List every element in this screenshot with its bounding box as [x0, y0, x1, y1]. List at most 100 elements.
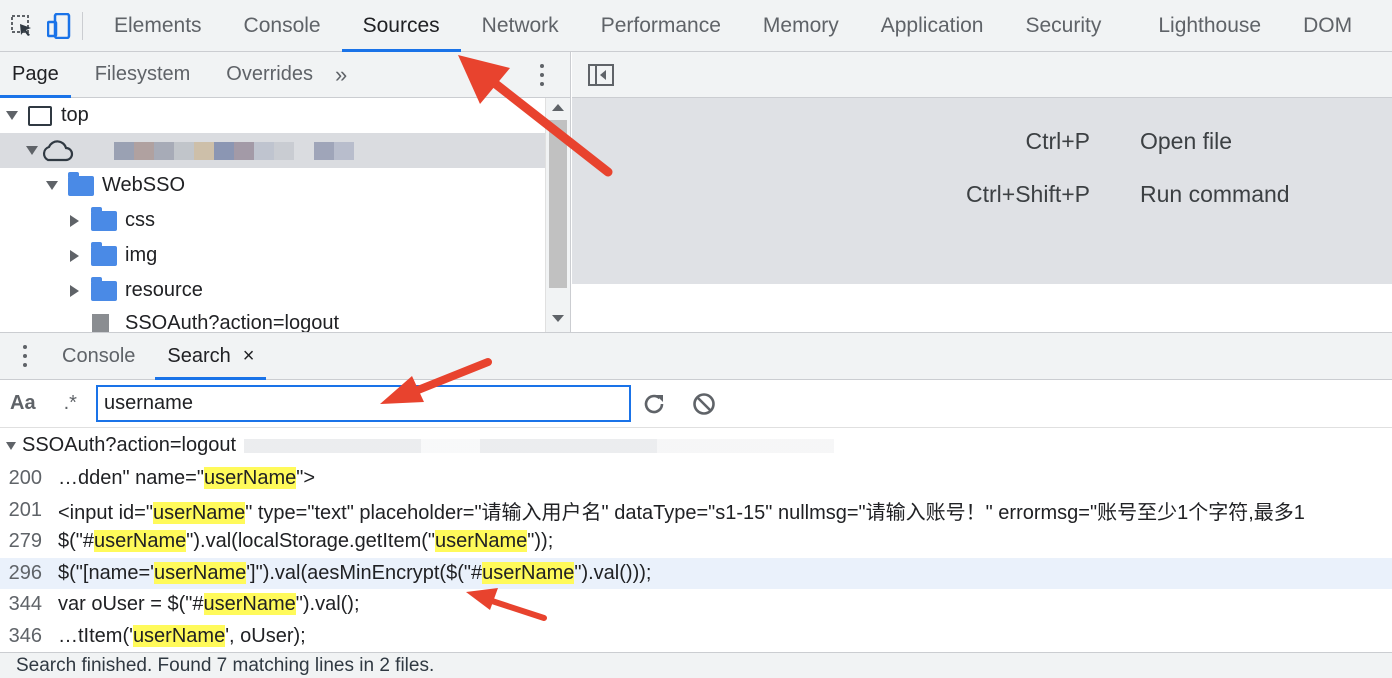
code-text: ").val())); [574, 561, 652, 584]
expand-arrow-icon[interactable] [70, 284, 79, 297]
redacted-path [244, 438, 835, 453]
folder-icon [68, 171, 94, 196]
tab-elements[interactable]: Elements [93, 0, 223, 52]
shortcut-key: Ctrl+Shift+P [966, 181, 1090, 207]
drawer-tab-bar: Console Search × [0, 332, 1392, 380]
tab-console[interactable]: Console [223, 0, 342, 52]
code-text: ', oUser); [225, 624, 306, 647]
expand-arrow-icon[interactable] [46, 181, 58, 190]
tab-filesystem[interactable]: Filesystem [71, 52, 203, 98]
match-case-toggle[interactable]: Aa [10, 392, 36, 415]
match-highlight: userName [203, 467, 297, 490]
navigator-scrollbar[interactable] [545, 98, 570, 332]
shortcut-action[interactable]: Open file [1140, 128, 1232, 155]
code-text: …dden" name=" [58, 467, 204, 490]
code-text: "> [296, 467, 316, 490]
devtools-tab-bar: Elements Console Sources Network Perform… [0, 0, 1392, 52]
match-highlight: userName [152, 501, 246, 524]
result-line[interactable]: 296 $("[name='userName']").val(aesMinEncr… [0, 557, 1392, 589]
file-tree: top WebSSO css img resource SSOAuth?acti… [0, 98, 570, 332]
expand-arrow-icon[interactable] [70, 214, 79, 227]
tree-label: top [61, 104, 89, 126]
result-code: …dden" name="userName"> [58, 467, 315, 490]
folder-icon [91, 241, 117, 266]
tab-dom[interactable]: DOM [1282, 0, 1373, 52]
cloud-icon [42, 139, 74, 161]
tree-item-img[interactable]: img [0, 238, 570, 273]
tab-sources[interactable]: Sources [341, 0, 461, 52]
code-text: …tItem(' [58, 624, 133, 647]
tab-security[interactable]: Security [1004, 0, 1137, 52]
navigator-tabs: Page Filesystem Overrides » [0, 52, 570, 98]
tree-item-domain[interactable] [0, 133, 546, 168]
expand-arrow-icon[interactable] [6, 441, 16, 450]
redacted-domain [114, 141, 354, 160]
frame-icon [28, 105, 52, 126]
folder-icon [91, 206, 117, 231]
shortcut-key: Ctrl+P [1025, 128, 1090, 154]
result-line[interactable]: 201 <input id="userName" type="text" plac… [0, 495, 1392, 527]
tab-overrides[interactable]: Overrides [202, 52, 325, 98]
tab-lighthouse[interactable]: Lighthouse [1137, 0, 1282, 52]
search-toolbar: Aa .* [0, 380, 1392, 428]
drawer-tab-search[interactable]: Search × [155, 332, 267, 380]
tab-performance[interactable]: Performance [580, 0, 742, 52]
scroll-down-icon[interactable] [552, 315, 564, 322]
line-number: 346 [8, 624, 42, 647]
tab-application[interactable]: Application [860, 0, 1005, 52]
toolbar-divider [82, 11, 83, 40]
code-text: ").val(localStorage.getItem(" [186, 530, 436, 553]
navigator-menu-icon[interactable] [532, 62, 552, 88]
tab-page[interactable]: Page [0, 52, 71, 98]
tree-item-file[interactable]: SSOAuth?action=logout [0, 306, 570, 332]
code-text: <input id=" [58, 501, 153, 524]
device-toolbar-icon[interactable] [44, 0, 74, 52]
editor-placeholder: Ctrl+P Open file Ctrl+Shift+P Run comman… [572, 98, 1392, 284]
result-file-header[interactable]: SSOAuth?action=logout [0, 428, 1392, 463]
line-number: 201 [8, 498, 42, 521]
drawer-menu-icon[interactable] [0, 332, 50, 380]
more-tabs-chevron-icon[interactable]: » [325, 62, 357, 88]
scroll-up-icon[interactable] [552, 104, 564, 111]
refresh-icon[interactable] [640, 390, 668, 418]
result-code: var oUser = $("#userName").val(); [58, 593, 360, 616]
tree-item-top[interactable]: top [0, 98, 570, 133]
drawer-tab-console[interactable]: Console [50, 332, 147, 380]
match-highlight: userName [132, 624, 226, 647]
result-line[interactable]: 346 …tItem('userName', oUser); [0, 621, 1392, 653]
editor-toolbar [572, 52, 1392, 98]
tab-memory[interactable]: Memory [742, 0, 860, 52]
match-highlight: userName [203, 593, 296, 616]
tree-label: css [125, 209, 155, 231]
search-status: Search finished. Found 7 matching lines … [0, 652, 1392, 678]
match-highlight: userName [94, 530, 187, 553]
result-line[interactable]: 200 …dden" name="userName"> [0, 463, 1392, 495]
result-file-name: SSOAuth?action=logout [22, 434, 237, 456]
search-input[interactable] [96, 385, 631, 422]
result-line[interactable]: 344 var oUser = $("#userName").val(); [0, 589, 1392, 621]
tree-item-css[interactable]: css [0, 203, 570, 238]
result-code: $("#userName").val(localStorage.getItem(… [58, 530, 553, 553]
tree-label: WebSSO [102, 174, 185, 196]
scrollbar-thumb[interactable] [549, 120, 567, 288]
folder-icon [91, 276, 117, 301]
close-icon[interactable]: × [243, 345, 255, 368]
expand-arrow-icon[interactable] [6, 111, 18, 120]
shortcut-action[interactable]: Run command [1140, 181, 1290, 208]
regex-toggle[interactable]: .* [64, 392, 77, 415]
tree-item-websso[interactable]: WebSSO [0, 168, 570, 203]
tree-item-resource[interactable]: resource [0, 273, 570, 308]
clear-icon[interactable] [690, 390, 718, 418]
result-code: …tItem('userName', oUser); [58, 624, 306, 648]
line-number: 344 [8, 593, 42, 616]
tab-network[interactable]: Network [461, 0, 580, 52]
inspect-element-icon[interactable] [0, 0, 44, 52]
result-line[interactable]: 279 $("#userName").val(localStorage.getIt… [0, 526, 1392, 558]
expand-arrow-icon[interactable] [70, 249, 79, 262]
expand-arrow-icon[interactable] [26, 146, 38, 155]
tree-label: img [125, 244, 158, 266]
toggle-navigator-icon[interactable] [588, 63, 614, 86]
line-number: 296 [8, 561, 42, 584]
code-text: $("[name=' [58, 561, 154, 584]
editor-area: Ctrl+P Open file Ctrl+Shift+P Run comman… [572, 52, 1392, 332]
